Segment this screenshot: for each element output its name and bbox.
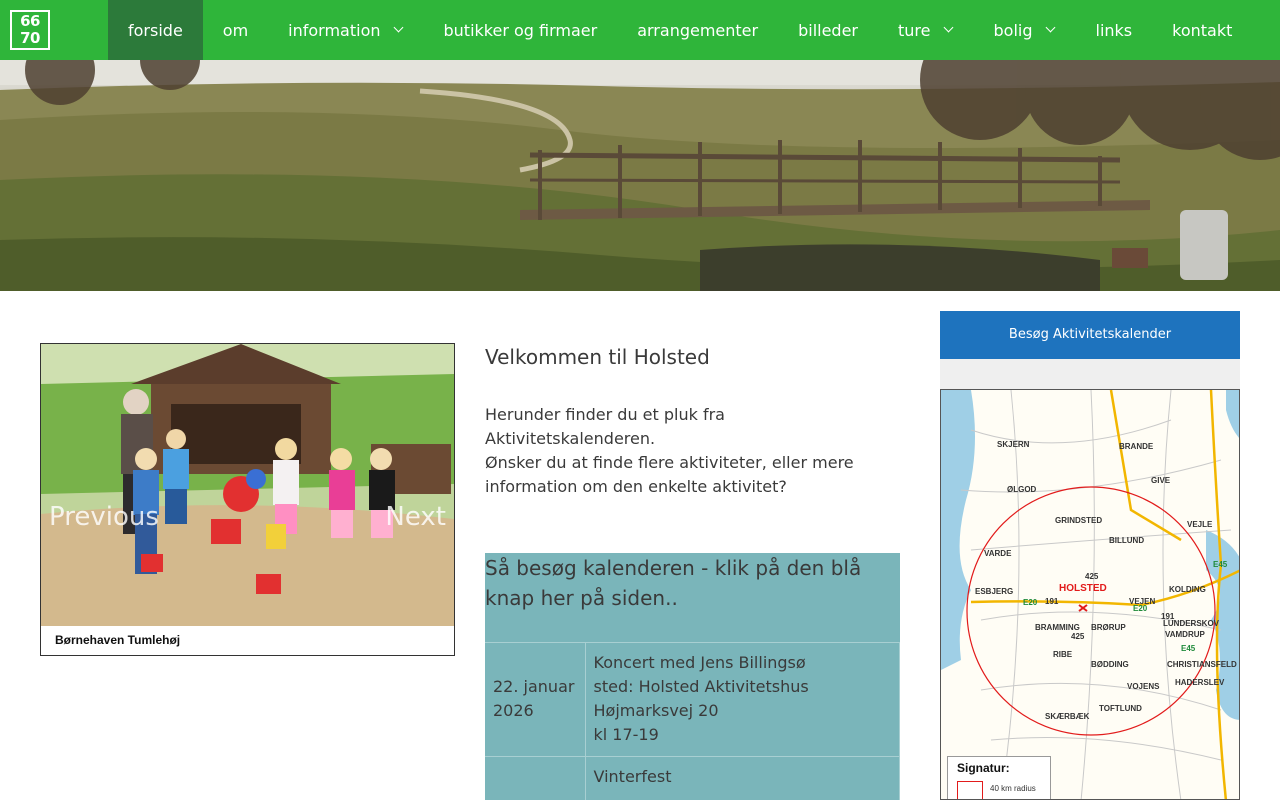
map-road-label: E45	[1181, 644, 1196, 653]
map-town-label: VAMDRUP	[1165, 630, 1205, 639]
hero-landscape-illustration	[0, 60, 1280, 291]
nav-item-links[interactable]: links	[1076, 0, 1153, 60]
map-road-label: 425	[1085, 572, 1099, 581]
map-legend: Signatur: 40 km radius	[947, 756, 1051, 799]
events-panel: Så besøg kalenderen - klik på den blå kn…	[485, 553, 900, 800]
events-table: 22. januar 2026 Koncert med Jens Billing…	[485, 643, 900, 800]
nav-item-kontakt[interactable]: kontakt	[1152, 0, 1252, 60]
event-details: Koncert med Jens Billingsø sted: Holsted…	[585, 643, 900, 757]
nav-label: butikker og firmaer	[443, 20, 598, 40]
map-road-label: E45	[1213, 560, 1228, 569]
map-town-label: HOLSTED	[1059, 583, 1107, 594]
nav-label: information	[288, 20, 381, 40]
legend-text: 40 km radius	[990, 784, 1036, 793]
map-town-label: RIBE	[1053, 650, 1073, 659]
legend-title: Signatur:	[957, 761, 1010, 775]
chevron-down-icon	[943, 22, 953, 33]
visit-calendar-button[interactable]: Besøg Aktivitetskalender	[940, 311, 1240, 359]
map-town-label: VARDE	[984, 549, 1012, 558]
map-town-label: CHRISTIANSFELD	[1167, 660, 1237, 669]
slide-photo-children-playground	[41, 344, 454, 626]
logo-line-2: 70	[20, 29, 40, 47]
page-title: Velkommen til Holsted	[485, 345, 710, 369]
nav-label: kontakt	[1172, 20, 1233, 40]
event-date: 22. januar 2026	[485, 643, 586, 757]
site-logo[interactable]: 66 70	[10, 10, 50, 50]
nav-label: bolig	[993, 20, 1033, 40]
event-date	[485, 756, 586, 800]
hero-image	[0, 60, 1280, 291]
nav-item-billeder[interactable]: billeder	[778, 0, 878, 60]
map-town-label: GRINDSTED	[1055, 516, 1103, 525]
map-road-label: E20	[1023, 598, 1038, 607]
slider-next-button[interactable]: Next	[385, 502, 446, 532]
legend-radius-swatch	[957, 781, 983, 799]
map-road-label: 191	[1045, 597, 1059, 606]
top-navigation-bar: 66 70 forside om information butikker og…	[0, 0, 1280, 60]
map-town-label: ESBJERG	[975, 587, 1014, 596]
nav-label: forside	[128, 20, 183, 40]
map-town-label: BØDDING	[1091, 660, 1129, 669]
nav-item-ture[interactable]: ture	[878, 0, 973, 60]
region-map[interactable]: SKJERN BRANDE GIVE ØLGOD GRINDSTED VEJLE…	[940, 389, 1240, 800]
main-menu: forside om information butikker og firma…	[108, 0, 1252, 60]
slider-previous-button[interactable]: Previous	[49, 502, 159, 532]
map-town-label: HADERSLEV	[1175, 678, 1225, 687]
map-town-label: VOJENS	[1127, 682, 1160, 691]
map-town-label: VEJLE	[1187, 520, 1213, 529]
nav-label: om	[222, 20, 249, 40]
intro-paragraph-1: Herunder finder du et pluk fra Aktivitet…	[485, 405, 725, 448]
map-town-label: BILLUND	[1109, 536, 1145, 545]
nav-item-butikker[interactable]: butikker og firmaer	[424, 0, 618, 60]
map-town-label: TOFTLUND	[1099, 704, 1142, 713]
intro-paragraph-2: Ønsker du at finde flere aktiviteter, el…	[485, 453, 854, 496]
nav-label: ture	[898, 20, 931, 40]
nav-item-forside[interactable]: forside	[108, 0, 203, 60]
nav-label: links	[1095, 20, 1133, 40]
nav-item-information[interactable]: information	[268, 0, 423, 60]
map-town-label: ØLGOD	[1007, 485, 1037, 494]
calendar-prompt: Så besøg kalenderen - klik på den blå kn…	[485, 553, 900, 643]
chevron-down-icon	[1045, 22, 1055, 33]
event-details: Vinterfest	[585, 756, 900, 800]
map-town-label: KOLDING	[1169, 585, 1206, 594]
event-line: kl 17-19	[593, 725, 659, 745]
slide-caption: Børnehaven Tumlehøj	[55, 633, 181, 647]
map-town-label: BRØRUP	[1091, 623, 1126, 632]
map-town-label: BRANDE	[1119, 442, 1154, 451]
map-town-label: GIVE	[1151, 476, 1171, 485]
nav-item-arrangementer[interactable]: arrangementer	[617, 0, 778, 60]
map-road-label: 425	[1071, 632, 1085, 641]
map-road-label: E20	[1133, 604, 1148, 613]
event-line: Højmarksvej 20	[593, 701, 719, 721]
table-row: Vinterfest	[485, 756, 900, 800]
map-town-label: BRAMMING	[1035, 623, 1080, 632]
event-line: sted: Holsted Aktivitetshus	[593, 677, 809, 697]
nav-item-om[interactable]: om	[203, 0, 268, 60]
sidebar-map-widget: SKJERN BRANDE GIVE ØLGOD GRINDSTED VEJLE…	[940, 359, 1240, 800]
map-town-label: SKJERN	[997, 440, 1030, 449]
logo-line-1: 66	[20, 12, 40, 30]
map-road-label: 191	[1161, 612, 1175, 621]
nav-label: arrangementer	[637, 20, 759, 40]
nav-item-bolig[interactable]: bolig	[974, 0, 1076, 60]
map-town-label: SKÆRBÆK	[1045, 712, 1090, 721]
image-slider: Børnehaven Tumlehøj Previous Next	[40, 343, 455, 656]
event-line: Koncert med Jens Billingsø	[593, 653, 806, 673]
nav-label: billeder	[798, 20, 859, 40]
table-row: 22. januar 2026 Koncert med Jens Billing…	[485, 643, 900, 757]
event-line: Vinterfest	[593, 766, 672, 786]
main-content: Velkommen til Holsted Herunder finder du…	[485, 343, 900, 496]
chevron-down-icon	[393, 22, 403, 33]
